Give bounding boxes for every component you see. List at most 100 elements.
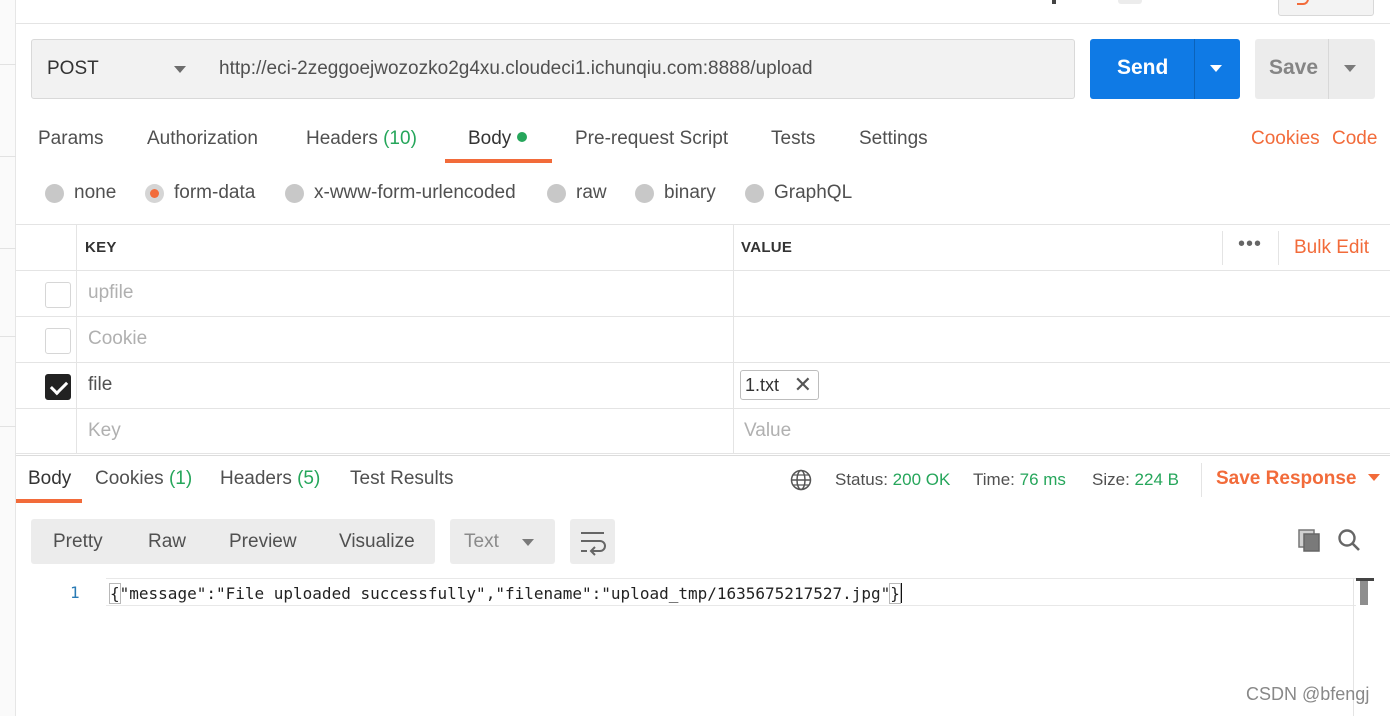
radio-label: GraphQL (774, 182, 853, 203)
bulk-edit-link[interactable]: Bulk Edit (1294, 237, 1369, 259)
tab-count: (10) (383, 128, 417, 149)
view-raw-button[interactable]: Raw (148, 531, 186, 553)
tab-label: Headers (306, 128, 378, 149)
tab-label: Body (468, 128, 512, 149)
search-icon[interactable] (1336, 527, 1362, 553)
row-checkbox[interactable] (45, 282, 71, 308)
column-header-key: KEY (85, 239, 117, 256)
format-label: Text (464, 531, 499, 552)
chevron-down-icon (522, 539, 534, 546)
radio-icon (45, 183, 64, 203)
divider (76, 271, 77, 316)
status-value: 200 OK (892, 470, 951, 489)
time-label: Time: (973, 470, 1015, 489)
response-tab-cookies[interactable]: Cookies (1) (95, 468, 192, 490)
close-icon[interactable]: ✕ (794, 374, 812, 396)
table-row-new: Key Value (16, 408, 1390, 454)
divider (76, 317, 77, 362)
response-tab-body[interactable]: Body (28, 468, 71, 490)
radio-none[interactable]: none (45, 182, 116, 204)
divider (76, 225, 77, 270)
radio-label: form-data (174, 182, 256, 203)
size-value: 224 B (1134, 470, 1179, 489)
left-sidebar-edge (0, 0, 16, 716)
tab-label: Cookies (95, 468, 164, 489)
code-link[interactable]: Code (1332, 128, 1377, 150)
view-pretty-button[interactable]: Pretty (53, 531, 103, 553)
wrap-lines-button[interactable] (570, 519, 615, 564)
radio-form-data[interactable]: form-data (145, 182, 255, 204)
radio-raw[interactable]: raw (547, 182, 607, 204)
tab-tests[interactable]: Tests (771, 128, 815, 150)
save-response-button[interactable]: Save Response (1216, 468, 1381, 490)
divider (76, 363, 77, 408)
url-value: http://eci-2zeggoejwozozko2g4xu.cloudeci… (219, 58, 813, 79)
method-select[interactable]: POST (31, 39, 205, 99)
divider (0, 64, 16, 65)
response-tab-headers[interactable]: Headers (5) (220, 468, 320, 490)
radio-icon (285, 183, 304, 203)
scrollbar-thumb[interactable] (1360, 581, 1368, 605)
radio-selected-icon (145, 183, 164, 203)
table-header-row: KEY VALUE ••• Bulk Edit (16, 224, 1390, 270)
row-checkbox-checked[interactable] (45, 374, 71, 400)
toolbar-toggle[interactable] (1278, 0, 1374, 16)
tab-headers[interactable]: Headers (10) (306, 128, 417, 150)
send-button[interactable]: Send (1090, 39, 1240, 99)
cookies-link[interactable]: Cookies (1251, 128, 1320, 150)
response-body-editor[interactable]: 1 {"message":"File uploaded successfully… (40, 578, 1375, 606)
url-input[interactable]: http://eci-2zeggoejwozozko2g4xu.cloudeci… (204, 39, 1075, 99)
table-row: Cookie (16, 316, 1390, 362)
radio-icon (745, 183, 764, 203)
tab-authorization[interactable]: Authorization (147, 128, 258, 150)
divider (76, 409, 77, 453)
copy-icon[interactable] (1296, 527, 1322, 553)
table-row: upfile (16, 270, 1390, 316)
time-readout: Time: 76 ms (973, 470, 1066, 490)
tab-params[interactable]: Params (38, 128, 103, 150)
file-chip[interactable]: 1.txt ✕ (740, 370, 819, 400)
tab-label: Params (38, 128, 104, 149)
response-body-text[interactable]: {"message":"File uploaded successfully",… (109, 583, 902, 604)
text-cursor (899, 583, 902, 603)
toolbar-fragment (1052, 0, 1056, 4)
divider (733, 317, 734, 362)
view-preview-button[interactable]: Preview (229, 531, 297, 553)
key-cell[interactable]: Cookie (88, 328, 147, 350)
divider (0, 248, 16, 249)
more-icon[interactable]: ••• (1238, 233, 1262, 256)
tab-label: Settings (859, 128, 928, 149)
tab-pre-request-script[interactable]: Pre-request Script (575, 128, 728, 150)
view-mode-group: Pretty Raw Preview Visualize (31, 519, 435, 564)
key-input[interactable]: Key (88, 420, 121, 442)
divider (1194, 39, 1195, 99)
tab-label: Test Results (350, 468, 454, 489)
table-row: file 1.txt ✕ (16, 362, 1390, 408)
radio-binary[interactable]: binary (635, 182, 716, 204)
tab-settings[interactable]: Settings (859, 128, 928, 150)
save-response-label: Save Response (1216, 468, 1357, 489)
tab-body[interactable]: Body (468, 128, 528, 150)
chevron-down-icon[interactable] (1210, 65, 1222, 72)
value-input[interactable]: Value (744, 420, 791, 442)
key-cell[interactable]: upfile (88, 282, 133, 304)
method-label: POST (47, 58, 99, 79)
tab-label: Body (28, 468, 72, 489)
globe-icon[interactable] (790, 469, 812, 491)
format-select[interactable]: Text (450, 519, 555, 564)
response-tab-test-results[interactable]: Test Results (350, 468, 453, 490)
radio-label: binary (664, 182, 716, 203)
tab-label: Tests (771, 128, 816, 149)
view-visualize-button[interactable]: Visualize (339, 531, 415, 553)
key-cell[interactable]: file (88, 374, 112, 396)
divider (1201, 463, 1202, 497)
save-button[interactable]: Save (1255, 39, 1375, 99)
radio-x-www-form-urlencoded[interactable]: x-www-form-urlencoded (285, 182, 516, 204)
radio-label: none (74, 182, 117, 203)
tab-count: (1) (168, 468, 193, 489)
row-checkbox[interactable] (45, 328, 71, 354)
chevron-down-icon[interactable] (1344, 65, 1356, 72)
radio-graphql[interactable]: GraphQL (745, 182, 852, 204)
divider (0, 336, 16, 337)
status-readout: Status: 200 OK (835, 470, 950, 490)
